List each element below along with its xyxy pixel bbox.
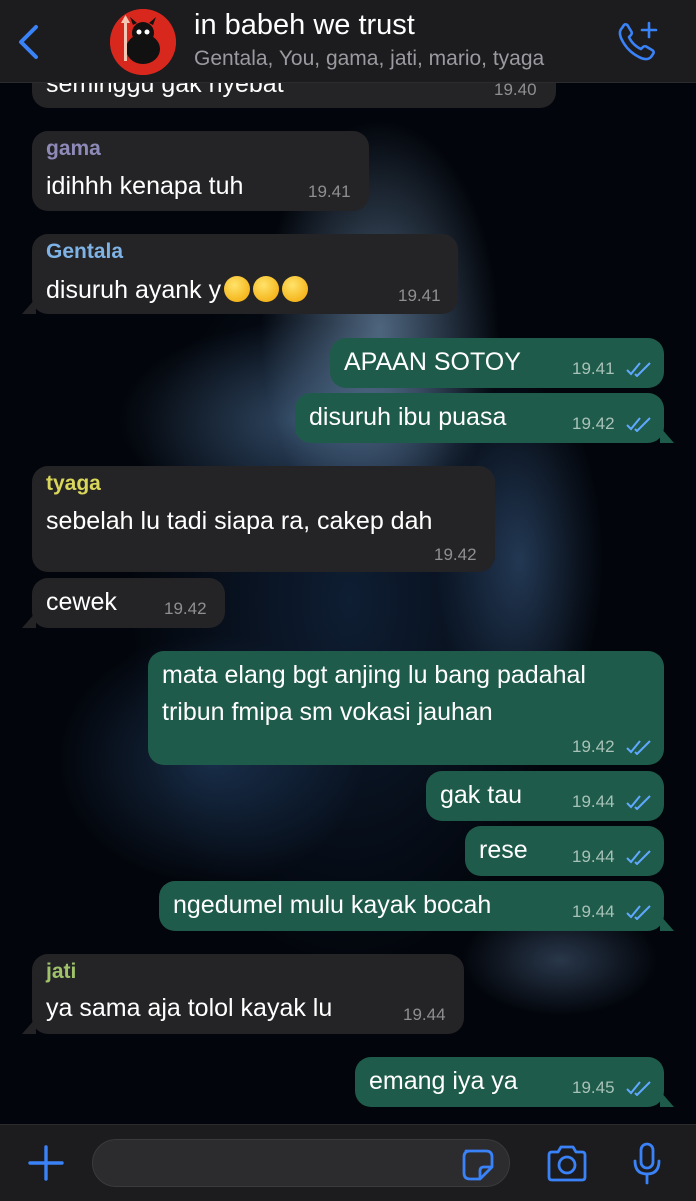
chat-members-subtitle[interactable]: Gentala, You, gama, jati, mario, tyaga bbox=[194, 47, 544, 71]
grinning-sweat-emoji-icon bbox=[253, 276, 280, 302]
message-time: 19.40 bbox=[494, 80, 537, 99]
message-sender: Gentala bbox=[46, 240, 124, 263]
message-text: disuruh ayank y bbox=[46, 276, 309, 305]
message-time: 19.44 bbox=[572, 792, 615, 811]
message-time: 19.42 bbox=[572, 414, 615, 433]
message-text: cewek bbox=[46, 588, 117, 616]
message-bubble[interactable]: rese 19.44 bbox=[465, 826, 664, 876]
message-time: 19.44 bbox=[403, 1005, 446, 1024]
message-text: idihhh kenapa tuh bbox=[46, 172, 244, 200]
message-sender: tyaga bbox=[46, 472, 101, 495]
message-bubble[interactable]: cewek 19.42 bbox=[22, 578, 225, 628]
message-bubble[interactable]: gak tau 19.44 bbox=[426, 771, 664, 821]
bubble-tail bbox=[22, 298, 36, 314]
back-chevron-icon[interactable] bbox=[12, 22, 46, 62]
read-receipt-icon bbox=[626, 850, 651, 865]
message-text: sebelah lu tadi siapa ra, cakep dah bbox=[46, 507, 433, 535]
message-bubble[interactable]: APAAN SOTOY 19.41 bbox=[330, 338, 664, 388]
composer-bar bbox=[0, 1124, 696, 1201]
message-time: 19.45 bbox=[572, 1078, 615, 1097]
sticker-icon[interactable] bbox=[460, 1147, 496, 1183]
message-text: gak tau bbox=[440, 781, 523, 809]
message-text-line-2: tribun fmipa sm vokasi jauhan bbox=[162, 698, 493, 726]
message-text: ngedumel mulu kayak bocah bbox=[173, 891, 492, 919]
message-sender: gama bbox=[46, 137, 101, 160]
message-text: disuruh ibu puasa bbox=[309, 403, 507, 431]
camera-icon[interactable] bbox=[544, 1143, 590, 1185]
message-input[interactable] bbox=[92, 1139, 510, 1187]
message-bubble[interactable]: gama idihhh kenapa tuh 19.41 bbox=[32, 131, 369, 211]
chat-title[interactable]: in babeh we trust bbox=[194, 9, 415, 42]
read-receipt-icon bbox=[626, 905, 651, 920]
message-text: APAAN SOTOY bbox=[344, 348, 521, 376]
bubble-tail bbox=[660, 1091, 674, 1107]
read-receipt-icon bbox=[626, 1081, 651, 1096]
message-sender: jati bbox=[46, 960, 77, 983]
message-bubble[interactable]: Gentala disuruh ayank y 19.41 bbox=[22, 234, 458, 314]
message-time: 19.44 bbox=[572, 902, 615, 921]
message-text: mata elang bgt anjing lu bang padahal bbox=[162, 661, 586, 689]
read-receipt-icon bbox=[626, 740, 651, 755]
read-receipt-icon bbox=[626, 795, 651, 810]
message-time: 19.41 bbox=[398, 286, 441, 305]
rolling-laughing-emoji-icon bbox=[282, 276, 309, 302]
message-time: 19.44 bbox=[572, 847, 615, 866]
bubble-tail bbox=[22, 612, 36, 628]
message-time: 19.42 bbox=[572, 737, 615, 756]
message-text: rese bbox=[479, 836, 528, 864]
message-bubble[interactable]: disuruh ibu puasa 19.42 bbox=[295, 393, 674, 443]
microphone-icon[interactable] bbox=[630, 1141, 664, 1187]
read-receipt-icon bbox=[626, 362, 651, 377]
message-bubble[interactable]: jati ya sama aja tolol kayak lu 19.44 bbox=[22, 954, 464, 1034]
message-bubble[interactable]: ngedumel mulu kayak bocah 19.44 bbox=[159, 881, 674, 931]
chat-header: in babeh we trust Gentala, You, gama, ja… bbox=[0, 0, 696, 83]
add-call-icon[interactable] bbox=[614, 20, 660, 64]
message-time: 19.41 bbox=[572, 359, 615, 378]
bubble-tail bbox=[660, 915, 674, 931]
message-text: ya sama aja tolol kayak lu bbox=[46, 994, 333, 1022]
message-time: 19.41 bbox=[308, 182, 351, 201]
bubble-tail bbox=[22, 1018, 36, 1034]
message-text: emang iya ya bbox=[369, 1067, 518, 1095]
message-bubble[interactable]: tyaga sebelah lu tadi siapa ra, cakep da… bbox=[32, 466, 495, 572]
message-bubble[interactable]: mata elang bgt anjing lu bang padahal tr… bbox=[148, 651, 664, 765]
read-receipt-icon bbox=[626, 417, 651, 432]
rolling-laughing-emoji-icon bbox=[224, 276, 251, 302]
message-time: 19.42 bbox=[164, 599, 207, 618]
message-bubble[interactable]: emang iya ya 19.45 bbox=[355, 1057, 674, 1107]
message-time: 19.42 bbox=[434, 545, 477, 564]
message-text-content: disuruh ayank y bbox=[46, 276, 222, 304]
devil-avatar-icon bbox=[110, 9, 176, 75]
bubble-tail bbox=[660, 427, 674, 443]
group-avatar[interactable] bbox=[110, 9, 176, 75]
plus-icon[interactable] bbox=[26, 1143, 66, 1183]
